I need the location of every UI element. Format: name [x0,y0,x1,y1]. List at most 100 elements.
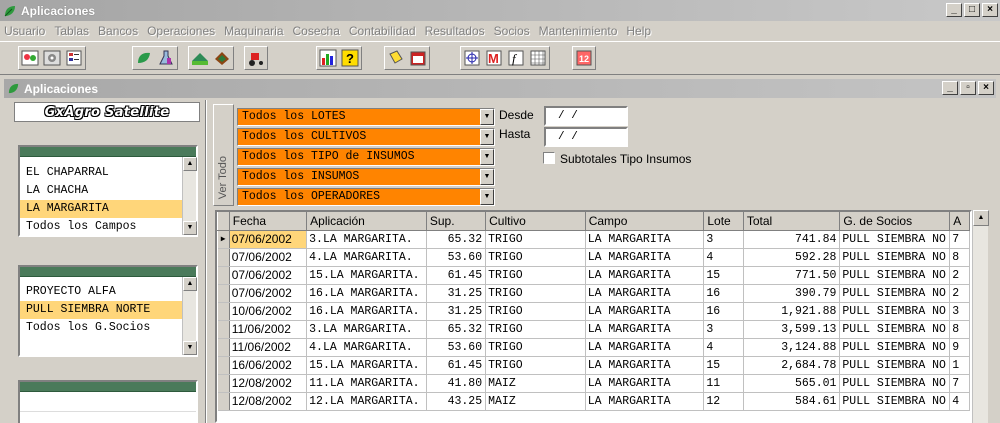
menu-cosecha[interactable]: Cosecha [293,24,340,38]
cell-a[interactable]: 4 [949,392,970,411]
cell-sup[interactable]: 31.25 [426,302,487,321]
hasta-date-input[interactable]: / / [544,127,628,147]
table-row[interactable]: 07/06/2002 16.LA MARGARITA. 31.25 TRIGO LA M… [217,284,970,303]
panel-divider[interactable] [205,100,207,423]
lotes-select[interactable]: Todos los LOTES ▼ [237,108,495,126]
scroll-down-icon[interactable]: ▼ [183,341,197,355]
col-header-grupo-socios[interactable]: G. de Socios [839,212,951,231]
table-row[interactable]: 11/06/2002 4.LA MARGARITA. 53.60 TRIGO LA MA… [217,338,970,357]
cell-a[interactable]: 7 [949,230,970,249]
cell-grupo-socios[interactable]: PULL SIEMBRA NO [839,356,951,375]
cell-total[interactable]: 390.79 [743,284,841,303]
cell-aplicacion[interactable]: 16.LA MARGARITA. [306,284,427,303]
users-tool-button[interactable] [19,47,41,69]
table-row[interactable]: 07/06/2002 4.LA MARGARITA. 53.60 TRIGO LA MA… [217,248,970,267]
cell-a[interactable]: 9 [949,338,970,357]
cell-cultivo[interactable]: MAIZ [485,392,586,411]
row-indicator[interactable] [217,392,230,411]
calendar-tool-button[interactable] [407,47,429,69]
ver-todo-button[interactable]: Ver Todo [213,104,234,206]
scroll-down-icon[interactable]: ▼ [183,221,197,235]
cell-lote[interactable]: 3 [703,230,744,249]
cell-sup[interactable]: 65.32 [426,320,487,339]
insumos-select[interactable]: Todos los INSUMOS ▼ [237,168,495,186]
table-row[interactable]: 10/06/2002 16.LA MARGARITA. 31.25 TRIGO LA M… [217,302,970,321]
cell-lote[interactable]: 4 [703,248,744,267]
table-row[interactable]: 12/08/2002 11.LA MARGARITA. 41.80 MAIZ LA MA… [217,374,970,393]
col-header-campo[interactable]: Campo [584,212,705,231]
cell-grupo-socios[interactable]: PULL SIEMBRA NO [839,284,951,303]
row-indicator[interactable] [217,302,230,321]
grid-scrollbar[interactable]: ▲ [972,210,989,423]
stats-tool-button[interactable]: 12 [573,47,595,69]
cell-sup[interactable]: 31.25 [426,284,487,303]
chevron-down-icon[interactable]: ▼ [480,129,494,145]
col-header-sup[interactable]: Sup. [425,212,487,231]
cell-aplicacion[interactable]: 16.LA MARGARITA. [306,302,427,321]
list-item[interactable]: Todos los G.Socios [20,319,196,337]
cell-fecha[interactable]: 10/06/2002 [229,302,308,321]
row-indicator[interactable] [217,356,230,375]
cell-cultivo[interactable]: TRIGO [485,320,586,339]
book-tool-button[interactable] [211,47,233,69]
menu-mantenimiento[interactable]: Mantenimiento [539,24,618,38]
list-item[interactable] [20,392,196,412]
cell-total[interactable]: 584.61 [743,392,841,411]
cell-lote[interactable]: 4 [703,338,744,357]
cell-total[interactable]: 1,921.88 [743,302,841,321]
settings-tool-button[interactable] [41,47,63,69]
menu-operaciones[interactable]: Operaciones [147,24,215,38]
menu-contabilidad[interactable]: Contabilidad [349,24,416,38]
campos-scrollbar[interactable]: ▲ ▼ [182,157,197,235]
list-item[interactable]: EL CHAPARRAL [20,164,196,182]
cell-campo[interactable]: LA MARGARITA [585,320,705,339]
list-tool-button[interactable] [63,47,85,69]
cell-a[interactable]: 3 [949,302,970,321]
field-tool-button[interactable] [189,47,211,69]
cell-campo[interactable]: LA MARGARITA [585,248,705,267]
cell-a[interactable]: 8 [949,320,970,339]
cell-sup[interactable]: 61.45 [426,356,487,375]
chevron-down-icon[interactable]: ▼ [480,189,494,205]
col-header-aplicacion[interactable]: Aplicación [306,212,427,231]
grid-tool-button[interactable] [527,47,549,69]
cell-fecha[interactable]: 11/06/2002 [229,320,308,339]
table-row[interactable]: 12/08/2002 12.LA MARGARITA. 43.25 MAIZ LA MA… [217,392,970,411]
cell-aplicacion[interactable]: 4.LA MARGARITA. [306,248,427,267]
cell-grupo-socios[interactable]: PULL SIEMBRA NO [839,230,951,249]
cell-campo[interactable]: LA MARGARITA [585,230,705,249]
menu-tablas[interactable]: Tablas [54,24,89,38]
cell-a[interactable]: 2 [949,284,970,303]
cell-fecha[interactable]: 12/08/2002 [229,392,308,411]
cell-total[interactable]: 592.28 [743,248,841,267]
menu-help[interactable]: Help [626,24,651,38]
cell-aplicacion[interactable]: 3.LA MARGARITA. [306,320,427,339]
cell-cultivo[interactable]: TRIGO [485,248,586,267]
cell-aplicacion[interactable]: 11.LA MARGARITA. [306,374,427,393]
cell-fecha[interactable]: 07/06/2002 [229,230,308,249]
row-indicator[interactable]: ▶ [217,230,230,249]
cell-campo[interactable]: LA MARGARITA [585,392,705,411]
table-row[interactable]: 11/06/2002 3.LA MARGARITA. 65.32 TRIGO LA MA… [217,320,970,339]
cell-campo[interactable]: LA MARGARITA [585,284,705,303]
cell-cultivo[interactable]: TRIGO [485,230,586,249]
cell-sup[interactable]: 41.80 [426,374,487,393]
row-indicator[interactable] [217,284,230,303]
cell-grupo-socios[interactable]: PULL SIEMBRA NO [839,320,951,339]
tractor-tool-button[interactable] [245,47,267,69]
menu-bancos[interactable]: Bancos [98,24,138,38]
cell-grupo-socios[interactable]: PULL SIEMBRA NO [839,338,951,357]
row-indicator[interactable] [217,320,230,339]
cell-fecha[interactable]: 11/06/2002 [229,338,308,357]
cell-cultivo[interactable]: TRIGO [485,338,586,357]
cell-campo[interactable]: LA MARGARITA [585,338,705,357]
chevron-down-icon[interactable]: ▼ [480,169,494,185]
operadores-select[interactable]: Todos los OPERADORES ▼ [237,188,495,206]
cell-aplicacion[interactable]: 3.LA MARGARITA. [306,230,427,249]
menu-socios[interactable]: Socios [494,24,530,38]
minimize-icon[interactable]: _ [946,3,962,17]
col-header-total[interactable]: Total [742,212,841,231]
cell-fecha[interactable]: 07/06/2002 [229,284,308,303]
scroll-up-icon[interactable]: ▲ [183,157,197,171]
cell-sup[interactable]: 65.32 [426,230,487,249]
